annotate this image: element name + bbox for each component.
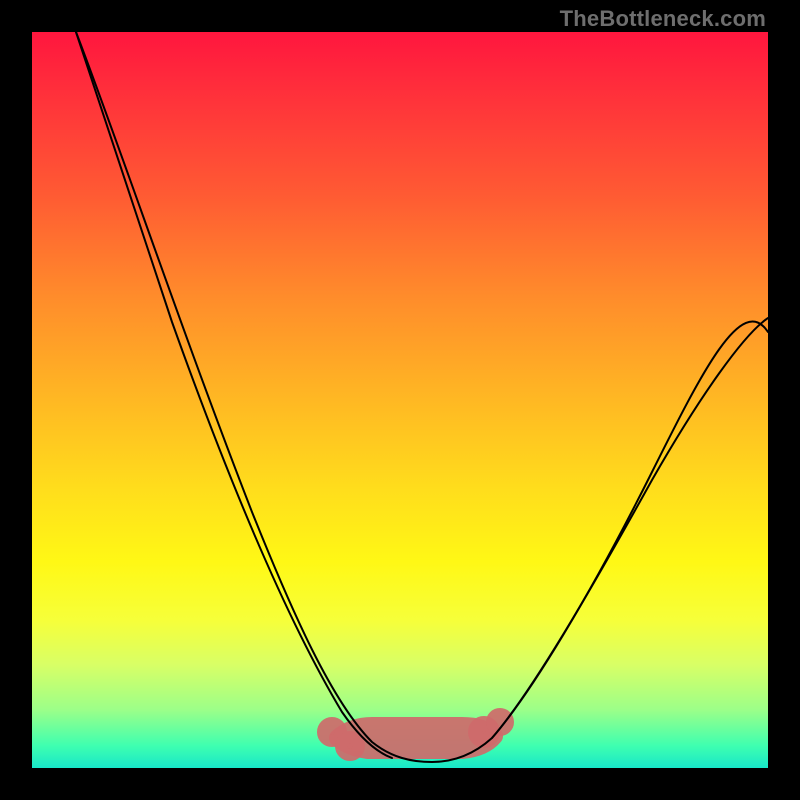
- chart-frame: TheBottleneck.com: [0, 0, 800, 800]
- chart-svg: [32, 32, 768, 768]
- bottleneck-curve-right: [492, 318, 768, 738]
- valley-highlight-marker: [326, 717, 505, 752]
- bottleneck-curve-left: [76, 32, 392, 758]
- watermark-text: TheBottleneck.com: [560, 6, 766, 32]
- bottleneck-curve: [76, 32, 768, 762]
- plot-area: [32, 32, 768, 768]
